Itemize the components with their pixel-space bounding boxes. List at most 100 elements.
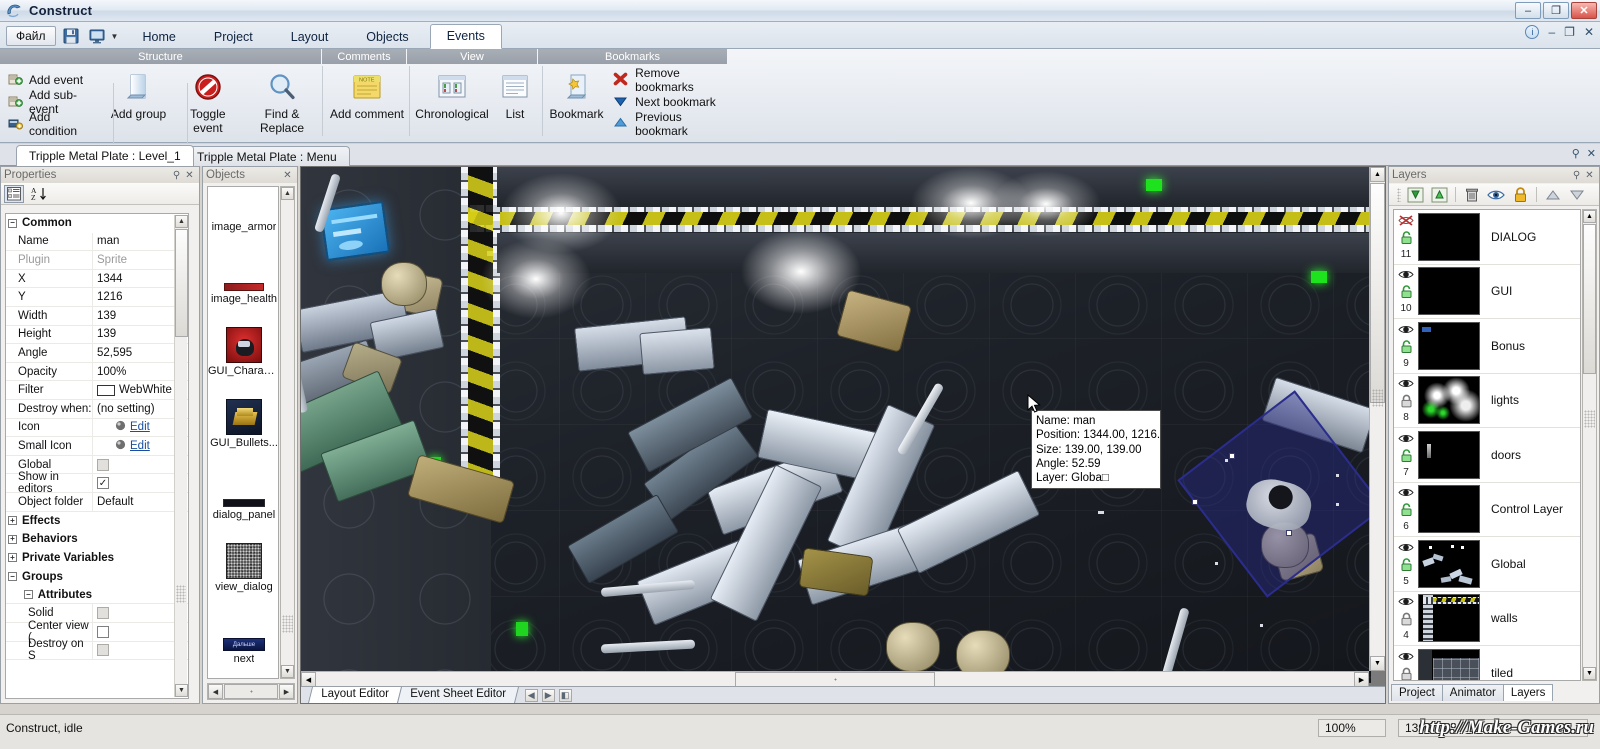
collapse-icon[interactable]: −: [8, 218, 17, 228]
toggle-event-button[interactable]: Toggle event: [176, 66, 240, 135]
property-row-icon[interactable]: Icon Edit: [6, 418, 188, 438]
layer-name[interactable]: Control Layer: [1480, 502, 1580, 516]
add-condition-button[interactable]: Add condition: [4, 110, 94, 138]
eye-visibility-icon[interactable]: [1398, 268, 1414, 284]
list-item[interactable]: image_health: [208, 235, 278, 307]
doctab-close-icon[interactable]: ✕: [1587, 147, 1596, 160]
layer-name[interactable]: tiled: [1480, 666, 1580, 680]
unlocked-icon[interactable]: [1400, 231, 1413, 248]
layer-name[interactable]: GUI: [1480, 284, 1580, 298]
solid-checkbox[interactable]: [97, 607, 109, 620]
layer-thumbnail[interactable]: [1418, 430, 1480, 479]
table-row[interactable]: 3 tiled: [1394, 646, 1580, 680]
locked-icon[interactable]: [1400, 667, 1413, 680]
properties-grid[interactable]: − Common Name man Plugin Sprite X 1344 Y…: [5, 213, 189, 699]
scroll-down-button[interactable]: ▼: [175, 684, 188, 697]
find-replace-button[interactable]: Find & Replace: [242, 66, 322, 135]
table-row[interactable]: 10 GUI: [1394, 265, 1580, 319]
list-button[interactable]: List: [491, 66, 539, 121]
global-checkbox[interactable]: [97, 458, 109, 471]
collapse-icon[interactable]: −: [24, 590, 33, 600]
property-row-destroy-on-start[interactable]: Destroy on S: [6, 638, 188, 662]
tab-event-sheet-editor[interactable]: Event Sheet Editor: [396, 687, 519, 703]
eye-visibility-icon[interactable]: [1398, 541, 1414, 557]
property-row-filter[interactable]: Filter WebWhite: [6, 381, 188, 400]
list-item[interactable]: dialog_panel: [208, 451, 278, 523]
close-icon[interactable]: ✕: [183, 169, 196, 182]
eye-hidden-icon[interactable]: [1398, 214, 1414, 230]
layer-thumbnail[interactable]: [1418, 267, 1480, 316]
ribbon-tab-home[interactable]: Home: [126, 25, 193, 49]
scroll-up-button[interactable]: ▲: [1583, 210, 1596, 223]
layer-thumbnail[interactable]: [1418, 539, 1480, 588]
objects-list[interactable]: image_armor image_health GUI_Charact... …: [207, 186, 279, 679]
properties-section-groups[interactable]: − Groups: [6, 567, 188, 586]
property-row-opacity[interactable]: Opacity 100%: [6, 362, 188, 382]
eye-visibility-icon[interactable]: [1398, 377, 1414, 393]
properties-section-effects[interactable]: + Effects: [6, 512, 188, 531]
ribbon-tab-events[interactable]: Events: [429, 24, 502, 49]
unlocked-icon[interactable]: [1400, 340, 1413, 357]
property-value-small-icon-edit[interactable]: Edit: [130, 440, 150, 452]
add-layer-above-icon[interactable]: [1429, 185, 1449, 204]
layers-scrollbar[interactable]: ▲ ▼: [1582, 209, 1597, 681]
list-item[interactable]: Дальше next: [208, 595, 278, 667]
layer-name[interactable]: walls: [1480, 611, 1580, 625]
previous-bookmark-button[interactable]: Previous bookmark: [613, 110, 736, 138]
collapse-icon[interactable]: −: [8, 572, 17, 582]
tab-scroll-left-button[interactable]: ◀: [524, 688, 538, 702]
scroll-up-button[interactable]: ▲: [1370, 167, 1385, 182]
property-row-name[interactable]: Name man: [6, 232, 188, 252]
maximize-button[interactable]: ❐: [1543, 2, 1569, 19]
eye-visibility-icon[interactable]: [1486, 185, 1506, 204]
unlocked-icon[interactable]: [1400, 449, 1413, 466]
categorized-view-icon[interactable]: [4, 184, 24, 203]
table-row[interactable]: 6 Control Layer: [1394, 483, 1580, 537]
ribbon-tab-objects[interactable]: Objects: [349, 25, 425, 49]
monitor-icon[interactable]: [86, 26, 108, 46]
layer-name[interactable]: doors: [1480, 448, 1580, 462]
center-view-checkbox[interactable]: [97, 625, 109, 638]
pin-icon[interactable]: ⚲: [170, 169, 183, 182]
save-icon[interactable]: [60, 26, 82, 46]
scroll-up-button[interactable]: ▲: [175, 215, 188, 228]
delete-layer-icon[interactable]: [1462, 185, 1482, 204]
quick-access-dropdown-arrow-icon[interactable]: ▼: [108, 26, 122, 46]
bookmark-button[interactable]: Bookmark: [546, 66, 607, 121]
show-in-editors-checkbox[interactable]: ✓: [97, 477, 109, 490]
scroll-down-button[interactable]: ▼: [1370, 656, 1385, 671]
ribbon-restore-button[interactable]: ❐: [1564, 25, 1575, 39]
tab-scroll-right-button[interactable]: ▶: [541, 688, 555, 702]
locked-icon[interactable]: [1400, 612, 1413, 629]
property-row-small-icon[interactable]: Small Icon Edit: [6, 437, 188, 456]
table-row[interactable]: 5 Global: [1394, 537, 1580, 592]
list-item[interactable]: view_dialog: [208, 523, 278, 595]
property-row-y[interactable]: Y 1216: [6, 288, 188, 307]
list-item[interactable]: GUI_Charact...: [208, 307, 278, 379]
properties-section-private-variables[interactable]: + Private Variables: [6, 549, 188, 568]
property-value-icon-edit[interactable]: Edit: [130, 421, 150, 433]
document-tab-menu[interactable]: Tripple Metal Plate : Menu: [184, 146, 350, 166]
scrollbar-thumb[interactable]: [735, 672, 935, 687]
layer-thumbnail[interactable]: [1418, 485, 1480, 534]
layer-thumbnail[interactable]: [1418, 376, 1480, 425]
scroll-left-button[interactable]: ◀: [208, 684, 223, 699]
selection-handle[interactable]: [1229, 453, 1235, 459]
ball-crate-sprite[interactable]: [381, 262, 427, 306]
destroy-on-start-checkbox[interactable]: [97, 644, 109, 657]
locked-icon[interactable]: [1400, 394, 1413, 411]
info-icon[interactable]: i: [1525, 25, 1540, 39]
selection-handle[interactable]: [1286, 530, 1292, 536]
zoom-level[interactable]: 100%: [1318, 719, 1386, 737]
layer-name[interactable]: Bonus: [1480, 339, 1580, 353]
eye-visibility-icon[interactable]: [1398, 595, 1414, 611]
file-menu-button[interactable]: Файл: [6, 26, 56, 46]
document-tab-level1[interactable]: Tripple Metal Plate : Level_1: [16, 145, 194, 166]
alphabetical-sort-icon[interactable]: A Z: [29, 185, 49, 203]
table-row[interactable]: 4 walls: [1394, 592, 1580, 646]
tab-project[interactable]: Project: [1391, 684, 1443, 701]
scrollbar-thumb[interactable]: [175, 229, 188, 337]
scroll-left-button[interactable]: ◀: [301, 672, 316, 687]
scrollbar-thumb[interactable]: [1583, 224, 1596, 374]
ribbon-minimize-button[interactable]: –: [1548, 25, 1555, 39]
